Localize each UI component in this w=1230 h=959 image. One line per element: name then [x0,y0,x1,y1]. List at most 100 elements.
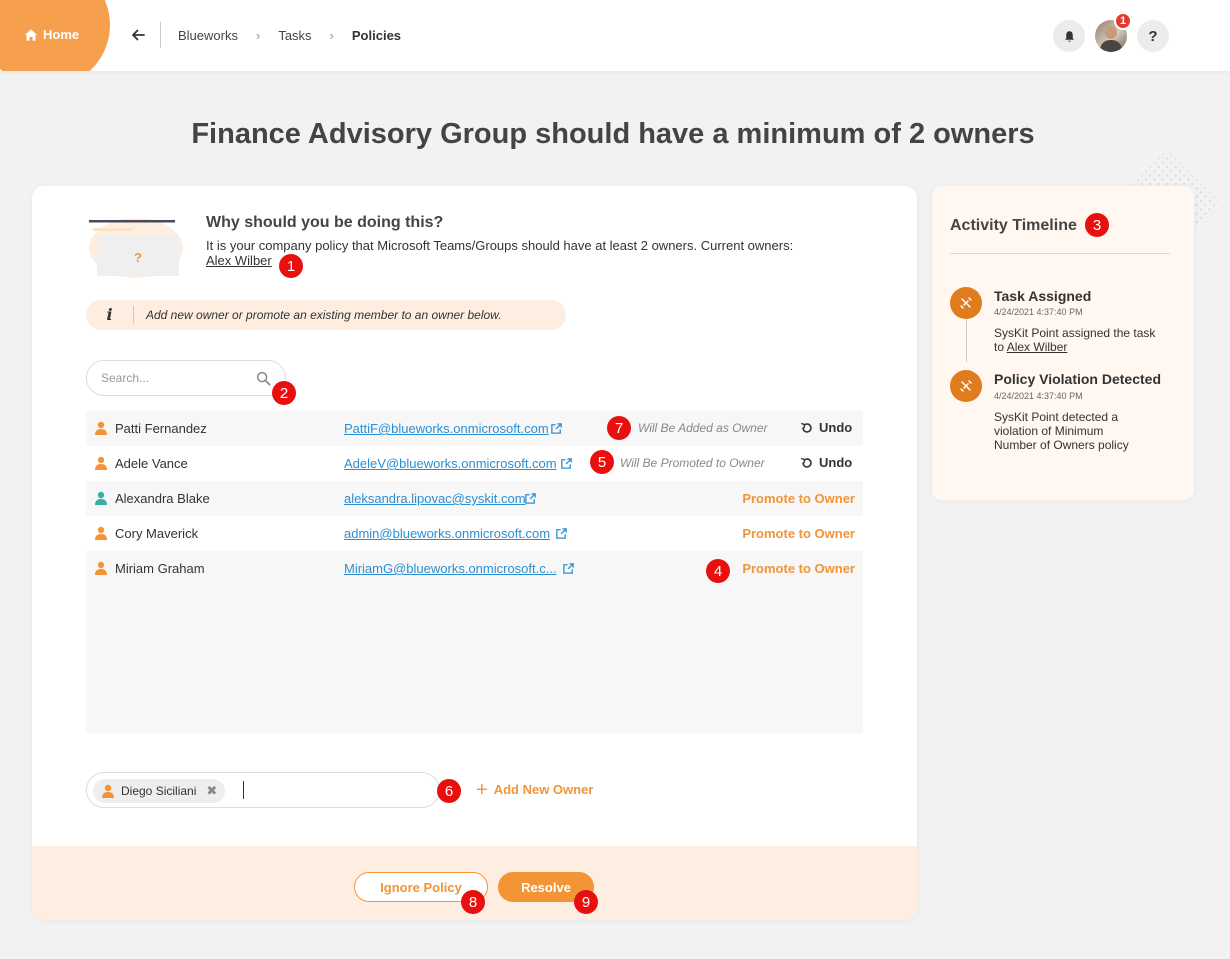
breadcrumb-tasks[interactable]: Tasks [278,28,311,43]
home-label: Home [43,27,80,42]
info-text: Add new owner or promote an existing mem… [146,308,502,322]
member-name: Cory Maverick [115,526,199,541]
undo-label: Undo [819,455,853,470]
event-title: Policy Violation Detected [994,371,1162,387]
new-owner-input[interactable]: Diego Siciliani ✖ [86,772,440,808]
undo-button[interactable]: Undo [800,455,852,470]
timeline-title: Activity Timeline [950,217,1077,234]
activity-timeline-card: Activity Timeline Task Assigned 4/24/202… [932,186,1194,500]
info-icon: i [86,306,134,324]
event-text: SysKit Point detected a violation of Min… [994,410,1129,452]
chip-name: Diego Siciliani [121,784,197,798]
bell-icon [1064,30,1074,42]
annotation-marker-4: 4 [706,559,730,583]
member-email-link[interactable]: aleksandra.lipovac@syskit.com [344,491,526,506]
timeline-divider [950,253,1170,254]
table-row: Miriam Graham MiriamG@blueworks.onmicros… [86,551,863,586]
owner-chip: Diego Siciliani ✖ [93,779,226,803]
undo-label: Undo [819,420,853,435]
breadcrumb-policies: Policies [351,28,402,43]
external-link-icon[interactable] [560,457,573,470]
page-title: Finance Advisory Group should have a min… [191,118,1035,150]
current-owner-link[interactable]: Alex Wilber [206,253,272,268]
text-cursor [243,781,244,799]
user-icon [95,561,107,575]
question-glyph: ? [134,250,142,265]
annotation-marker-6: 6 [437,779,461,803]
member-email-link[interactable]: admin@blueworks.onmicrosoft.com [344,526,550,541]
annotation-marker-7: 7 [607,416,631,440]
chevron-right-icon: › [255,28,261,43]
plus-icon: + [476,778,488,801]
external-link-icon[interactable] [555,527,568,540]
annotation-marker-9: 9 [574,890,598,914]
violation-detected-icon [950,370,982,402]
breadcrumb: Blueworks › Tasks › Policies [178,28,401,43]
policy-card: ? Why should you be doing this? It is yo… [32,186,917,920]
breadcrumb-blueworks[interactable]: Blueworks [178,28,238,43]
external-link-icon[interactable] [550,422,563,435]
member-name: Adele Vance [115,456,188,471]
user-icon [95,491,107,505]
promote-to-owner-button[interactable]: Promote to Owner [742,491,855,506]
promote-to-owner-button[interactable]: Promote to Owner [742,526,855,541]
add-owner-label: Add New Owner [493,782,594,797]
notifications-button[interactable] [1053,20,1085,52]
undo-icon [801,422,812,433]
event-time: 4/24/2021 4:37:40 PM [994,307,1083,317]
external-link-icon[interactable] [562,562,575,575]
annotation-marker-2: 2 [272,381,296,405]
search-box [86,360,286,396]
user-icon [95,526,107,540]
event-text: SysKit Point assigned the task to Alex W… [994,326,1164,354]
info-banner: i Add new owner or promote an existing m… [86,300,566,330]
member-status: Will Be Promoted to Owner [620,456,765,470]
remove-chip-icon[interactable]: ✖ [206,783,217,799]
search-input[interactable] [101,371,251,385]
member-email-link[interactable]: MiriamG@blueworks.onmicrosoft.c... [344,561,557,576]
undo-button[interactable]: Undo [800,420,852,435]
tool-icon [960,297,972,309]
user-icon [102,784,114,798]
header-divider [160,22,161,48]
event-title: Task Assigned [994,288,1092,304]
event-time: 4/24/2021 4:37:40 PM [994,391,1083,401]
table-row: Adele Vance AdeleV@blueworks.onmicrosoft… [86,446,863,481]
notification-badge: 1 [1114,12,1132,30]
user-icon [95,421,107,435]
member-email-link[interactable]: PattiF@blueworks.onmicrosoft.com [344,421,549,436]
avatar-face [1105,26,1117,39]
member-name: Patti Fernandez [115,421,207,436]
why-title: Why should you be doing this? [206,214,444,231]
back-arrow-icon[interactable] [130,27,146,43]
tool-icon [960,380,972,392]
home-icon [24,28,38,41]
annotation-marker-8: 8 [461,890,485,914]
search-icon[interactable] [256,371,271,386]
chevron-right-icon: › [329,28,334,43]
annotation-marker-5: 5 [590,450,614,474]
task-assigned-icon [950,287,982,319]
member-email-link[interactable]: AdeleV@blueworks.onmicrosoft.com [344,456,557,471]
top-header: Home Blueworks › Tasks › Policies 1 ? [0,0,1230,71]
table-row: Alexandra Blake aleksandra.lipovac@syski… [86,481,863,516]
why-text: It is your company policy that Microsoft… [206,238,794,253]
promote-to-owner-button[interactable]: Promote to Owner [742,561,855,576]
avatar-body [1100,40,1122,52]
table-row: Patti Fernandez PattiF@blueworks.onmicro… [86,411,863,446]
table-row: Cory Maverick admin@blueworks.onmicrosof… [86,516,863,551]
annotation-marker-3: 3 [1085,213,1109,237]
members-table: Patti Fernandez PattiF@blueworks.onmicro… [86,411,863,733]
event-user-link[interactable]: Alex Wilber [1007,340,1068,354]
user-icon [95,456,107,470]
add-new-owner-button[interactable]: + Add New Owner [476,778,594,801]
member-status: Will Be Added as Owner [638,421,768,435]
member-name: Alexandra Blake [115,491,210,506]
external-link-icon[interactable] [524,492,537,505]
help-button[interactable]: ? [1137,20,1169,52]
annotation-marker-1: 1 [279,254,303,278]
undo-icon [801,457,812,468]
home-button[interactable]: Home [24,27,79,42]
member-name: Miriam Graham [115,561,205,576]
policy-illustration: ? [89,218,183,278]
